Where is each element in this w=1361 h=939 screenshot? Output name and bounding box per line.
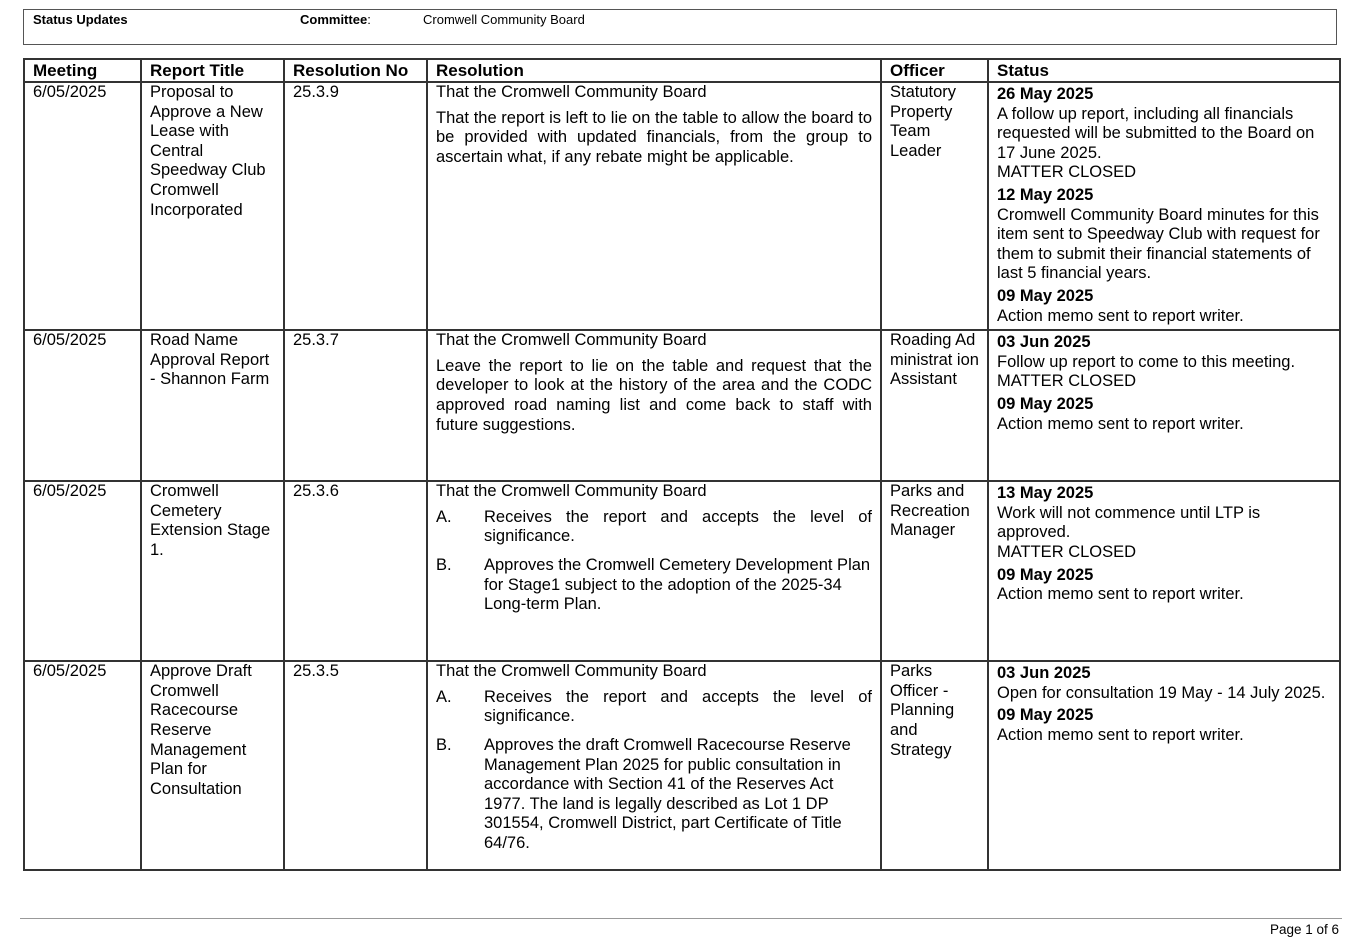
footer-divider [20,918,1342,919]
status-line: Follow up report to come to this meeting… [997,352,1296,371]
status-entry: 09 May 2025 Action memo sent to report w… [997,287,1331,326]
status-cell: 03 Jun 2025 Open for consultation 19 May… [987,660,1341,872]
status-entry: 09 May 2025 Action memo sent to report w… [997,706,1331,745]
resolution-text: Leave the report to lie on the table and… [436,356,872,434]
report-title-cell: Proposal to Approve a New Lease with Cen… [140,80,285,332]
status-line: Action memo sent to report writer. [997,585,1244,604]
resolution-item-text: Receives the report and accepts the leve… [484,687,872,726]
resolution-cell: That the Cromwell Community Board A. Rec… [426,660,882,872]
resolution-item: B. Approves the draft Cromwell Racecours… [436,736,872,854]
resolution-item: B. Approves the Cromwell Cemetery Develo… [436,556,872,615]
resolution-lead: That the Cromwell Community Board [436,331,707,350]
status-entry: 09 May 2025 Action memo sent to report w… [997,566,1331,605]
report-title-cell: Approve Draft Cromwell Racecourse Reserv… [140,660,285,872]
status-date: 09 May 2025 [997,286,1094,305]
status-date: 09 May 2025 [997,565,1094,584]
officer-cell: Roading Administrat ion Assistant [880,329,989,483]
resolution-items: A. Receives the report and accepts the l… [436,688,872,854]
status-cell: 03 Jun 2025 Follow up report to come to … [987,329,1341,483]
status-line: Work will not commence until LTP is appr… [997,503,1261,542]
page-number: Page 1 of 6 [1269,922,1339,937]
resolution-item-letter: B. [436,735,452,754]
table-row: 6/05/2025 Cromwell Cemetery Extension St… [23,480,1341,663]
status-line: Open for consultation 19 May - 14 July 2… [997,683,1326,702]
resolution-cell: That the Cromwell Community Board Leave … [426,329,882,483]
table-header-row: Meeting Report Title Resolution No Resol… [23,58,1341,83]
meeting-cell: 6/05/2025 [23,329,142,483]
column-header-resolution: Resolution [426,58,882,83]
status-line: Cromwell Community Board minutes for thi… [997,205,1320,283]
resolution-lead: That the Cromwell Community Board [436,83,707,101]
resolution-no-cell: 25.3.9 [283,80,428,332]
meeting-cell: 6/05/2025 [23,660,142,872]
status-entry: 13 May 2025 Work will not commence until… [997,484,1331,562]
status-cell: 26 May 2025 A follow up report, includin… [987,80,1341,332]
column-header-report-title: Report Title [140,58,285,83]
committee-value: Cromwell Community Board [423,12,585,27]
status-date: 09 May 2025 [997,394,1094,413]
status-entry: 09 May 2025 Action memo sent to report w… [997,395,1331,434]
resolution-no-cell: 25.3.6 [283,480,428,663]
status-line: Action memo sent to report writer. [997,414,1244,433]
committee-label: Committee: [300,12,371,27]
resolution-text: That the report is left to lie on the ta… [436,108,872,166]
status-date: 12 May 2025 [997,185,1094,204]
resolution-item: A. Receives the report and accepts the l… [436,508,872,547]
resolution-cell: That the Cromwell Community Board That t… [426,80,882,332]
table-row: 6/05/2025 Proposal to Approve a New Leas… [23,80,1341,332]
status-date: 09 May 2025 [997,706,1094,725]
status-table: Meeting Report Title Resolution No Resol… [23,58,1341,872]
resolution-item-text: Approves the draft Cromwell Racecourse R… [484,735,851,852]
resolution-no-cell: 25.3.7 [283,329,428,483]
document-title: Status Updates [33,12,128,27]
resolution-item-text: Receives the report and accepts the leve… [484,507,872,546]
committee-label-text: Committee [300,12,368,27]
meeting-cell: 6/05/2025 [23,480,142,663]
status-date: 26 May 2025 [997,85,1094,103]
resolution-item: A. Receives the report and accepts the l… [436,688,872,727]
status-date: 03 Jun 2025 [997,664,1091,683]
report-title-cell: Road Name Approval Report - Shannon Farm [140,329,285,483]
status-line: A follow up report, including all financ… [997,104,1315,162]
status-line: MATTER CLOSED [997,542,1137,561]
officer-cell: Parks and Recreation Manager [880,480,989,663]
committee-label-colon: : [367,12,371,27]
status-line: MATTER CLOSED [997,163,1137,182]
resolution-no-cell: 25.3.5 [283,660,428,872]
resolution-item-letter: B. [436,555,452,574]
column-header-meeting: Meeting [23,58,142,83]
status-entry: 26 May 2025 A follow up report, includin… [997,85,1331,183]
resolution-cell: That the Cromwell Community Board A. Rec… [426,480,882,663]
status-date: 03 Jun 2025 [997,333,1091,352]
resolution-lead: That the Cromwell Community Board [436,482,707,501]
status-date: 13 May 2025 [997,484,1094,503]
resolution-item-letter: A. [436,507,452,526]
column-header-status: Status [987,58,1341,83]
column-header-officer: Officer [880,58,989,83]
resolution-item-letter: A. [436,687,452,706]
table-row: 6/05/2025 Road Name Approval Report - Sh… [23,329,1341,483]
status-cell: 13 May 2025 Work will not commence until… [987,480,1341,663]
resolution-item-text: Approves the Cromwell Cemetery Developme… [484,555,871,614]
status-entry: 12 May 2025 Cromwell Community Board min… [997,186,1331,284]
meeting-cell: 6/05/2025 [23,80,142,332]
status-entry: 03 Jun 2025 Follow up report to come to … [997,333,1331,392]
officer-cell: Parks Officer - Planning and Strategy [880,660,989,872]
report-title-cell: Cromwell Cemetery Extension Stage 1. [140,480,285,663]
officer-cell: Statutory Property Team Leader [880,80,989,332]
status-line: Action memo sent to report writer. [997,306,1244,325]
table-row: 6/05/2025 Approve Draft Cromwell Racecou… [23,660,1341,872]
resolution-lead: That the Cromwell Community Board [436,662,707,681]
resolution-items: A. Receives the report and accepts the l… [436,508,872,615]
document-header: Status Updates Committee: Cromwell Commu… [23,9,1337,45]
status-line: MATTER CLOSED [997,372,1137,391]
status-line: Action memo sent to report writer. [997,725,1244,744]
status-entry: 03 Jun 2025 Open for consultation 19 May… [997,664,1331,703]
column-header-resolution-no: Resolution No [283,58,428,83]
